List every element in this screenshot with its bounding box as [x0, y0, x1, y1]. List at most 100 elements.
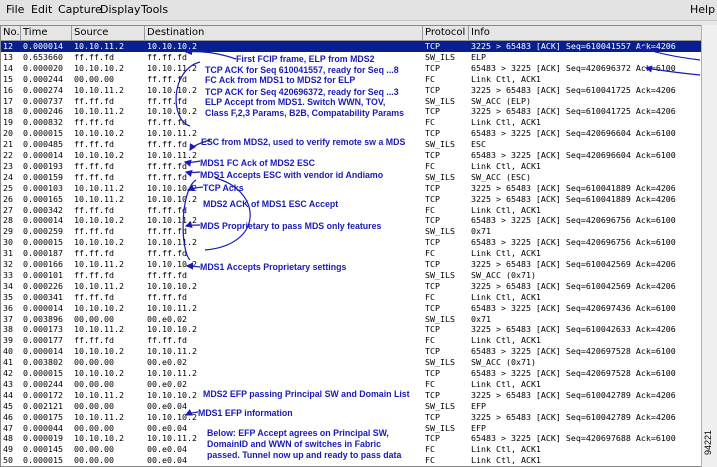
annotation-mds1-efp: MDS1 EFP information: [198, 408, 293, 418]
cell-time: 0.000044: [23, 422, 63, 433]
packet-row[interactable]: 27 0.000342 ff.ff.fd ff.ff.fd FC Link Ctl, AC…: [1, 205, 701, 216]
packet-row[interactable]: 26 0.000165 10.10.11.2 10.10.10.2 TCP 3225 > …: [1, 194, 701, 205]
column-header-destination[interactable]: Destination: [145, 26, 423, 40]
packet-row[interactable]: 12 0.000014 10.10.11.2 10.10.10.2 TCP 3225 > …: [1, 41, 701, 53]
menu-capture[interactable]: Capture: [58, 3, 102, 16]
cell-protocol: FC: [425, 160, 435, 171]
packet-row[interactable]: 19 0.000832 ff.ff.fd ff.ff.fd FC Link Ctl, AC…: [1, 117, 701, 128]
packet-row[interactable]: 35 0.000341 ff.ff.fd ff.ff.fd FC Link Ctl, AC…: [1, 292, 701, 303]
menu-tools[interactable]: Tools: [141, 3, 168, 16]
cell-time: 0.000020: [23, 62, 63, 73]
cell-protocol: TCP: [425, 368, 440, 378]
cell-source: 10.10.10.2: [74, 302, 124, 313]
cell-time: 0.000015: [23, 237, 63, 248]
cell-protocol: TCP: [425, 182, 440, 193]
cell-no: 37: [3, 313, 13, 324]
cell-time: 0.000014: [23, 41, 63, 51]
cell-info: Link Ctl, ACK1: [471, 73, 541, 84]
cell-time: 0.000259: [23, 226, 63, 237]
cell-info: Link Ctl, ACK1: [471, 335, 541, 346]
vertical-scrollbar[interactable]: [701, 25, 717, 467]
cell-protocol: TCP: [425, 62, 440, 73]
cell-protocol: TCP: [425, 84, 440, 95]
menu-display[interactable]: Display: [100, 3, 141, 16]
cell-info: SW_ACC (0x71): [471, 357, 536, 368]
packet-row[interactable]: 33 0.000101 ff.ff.fd ff.ff.fd SW_ILS SW_ACC (…: [1, 270, 701, 281]
cell-info: ELP: [471, 51, 486, 62]
cell-protocol: TCP: [425, 106, 440, 117]
cell-no: 22: [3, 150, 13, 160]
cell-info: ESC: [471, 139, 486, 150]
packet-row[interactable]: 22 0.000014 10.10.10.2 10.10.11.2 TCP 65483 >…: [1, 150, 701, 161]
cell-info: 65483 > 3225 [ACK] Seq=420696604 Ack=610…: [471, 150, 676, 160]
cell-source: 00.00.00: [74, 444, 114, 455]
cell-source: 10.10.11.2: [74, 106, 124, 117]
cell-time: 0.003802: [23, 357, 63, 368]
packet-row[interactable]: 25 0.000103 10.10.11.2 10.10.10.2 TCP 3225 > …: [1, 183, 701, 194]
cell-no: 36: [3, 302, 13, 313]
cell-protocol: TCP: [425, 389, 440, 400]
cell-info: 3225 > 65483 [ACK] Seq=610041725 Ack=420…: [471, 106, 676, 117]
cell-time: 0.000193: [23, 160, 63, 171]
cell-time: 0.000187: [23, 248, 63, 259]
cell-time: 0.000015: [23, 455, 63, 466]
cell-source: 10.10.10.2: [74, 215, 124, 226]
cell-info: SW_ACC (0x71): [471, 269, 536, 280]
cell-no: 41: [3, 357, 13, 368]
menu-help[interactable]: Help: [690, 3, 715, 16]
cell-source: 10.10.11.2: [74, 280, 124, 291]
cell-destination: ff.ff.fd: [147, 117, 187, 128]
packet-row[interactable]: 42 0.000015 10.10.10.2 10.10.11.2 TCP 65483 >…: [1, 368, 701, 379]
column-header-info[interactable]: Info: [469, 26, 701, 40]
cell-destination: 00.e0.02: [147, 313, 187, 324]
packet-row[interactable]: 37 0.003896 00.00.00 00.e0.02 SW_ILS 0x71: [1, 314, 701, 325]
menu-file[interactable]: File: [6, 3, 24, 16]
packet-row[interactable]: 46 0.000175 10.10.11.2 10.10.10.2 TCP 3225 > …: [1, 412, 701, 423]
packet-row[interactable]: 38 0.000173 10.10.11.2 10.10.10.2 TCP 3225 > …: [1, 324, 701, 335]
packet-row[interactable]: 40 0.000014 10.10.10.2 10.10.11.2 TCP 65483 >…: [1, 346, 701, 357]
cell-source: ff.ff.fd: [74, 51, 114, 62]
cell-info: Link Ctl, ACK1: [471, 455, 541, 466]
cell-time: 0.000172: [23, 389, 63, 400]
annotation-mds2-efp: MDS2 EFP passing Principal SW and Domain…: [203, 389, 410, 399]
column-header-time[interactable]: Time: [21, 26, 72, 40]
cell-no: 14: [3, 62, 13, 73]
annotation-tcp-ack-1: TCP ACK for Seq 610041557, ready for Seq…: [205, 65, 399, 75]
cell-source: ff.ff.fd: [74, 139, 114, 150]
cell-no: 15: [3, 73, 13, 84]
cell-time: 0.000019: [23, 433, 63, 444]
cell-source: 10.10.11.2: [74, 84, 124, 95]
cell-source: 10.10.11.2: [74, 182, 124, 193]
cell-destination: 10.10.10.2: [147, 41, 197, 51]
cell-no: 44: [3, 389, 13, 400]
cell-protocol: TCP: [425, 150, 440, 160]
packet-row[interactable]: 41 0.003802 00.00.00 00.e0.02 SW_ILS SW_ACC (…: [1, 357, 701, 368]
cell-destination: 10.10.11.2: [147, 346, 197, 357]
column-header-protocol[interactable]: Protocol: [423, 26, 469, 40]
cell-no: 34: [3, 280, 13, 291]
cell-protocol: FC: [425, 444, 435, 455]
cell-time: 0.000166: [23, 259, 63, 269]
packet-row[interactable]: 36 0.000014 10.10.10.2 10.10.11.2 TCP 65483 >…: [1, 303, 701, 314]
cell-no: 31: [3, 248, 13, 259]
column-header-no[interactable]: No.: [1, 26, 21, 40]
cell-source: 10.10.10.2: [74, 237, 124, 248]
cell-source: 10.10.10.2: [74, 346, 124, 357]
annotation-esc-accept: MDS1 Accepts ESC with vendor id Andiamo: [200, 170, 384, 180]
packet-row[interactable]: 30 0.000015 10.10.10.2 10.10.11.2 TCP 65483 >…: [1, 237, 701, 248]
cell-no: 26: [3, 193, 13, 204]
packet-row[interactable]: 34 0.000226 10.10.11.2 10.10.10.2 TCP 3225 > …: [1, 281, 701, 292]
packet-row[interactable]: 45 0.002121 00.00.00 00.e0.04 SW_ILS EFP: [1, 401, 701, 412]
cell-time: 0.000014: [23, 302, 63, 313]
cell-info: 0x71: [471, 226, 491, 237]
menu-edit[interactable]: Edit: [31, 3, 52, 16]
packet-row[interactable]: 32 0.000166 10.10.11.2 10.10.10.2 TCP 3225 > …: [1, 259, 701, 270]
cell-destination: 10.10.10.2: [147, 280, 197, 291]
column-header-source[interactable]: Source: [72, 26, 145, 40]
cell-no: 17: [3, 95, 13, 106]
packet-row[interactable]: 39 0.000177 ff.ff.fd ff.ff.fd FC Link Ctl, AC…: [1, 335, 701, 346]
cell-source: 00.00.00: [74, 400, 114, 411]
packet-row[interactable]: 31 0.000187 ff.ff.fd ff.ff.fd FC Link Ctl, AC…: [1, 248, 701, 259]
cell-time: 0.000014: [23, 346, 63, 357]
cell-source: ff.ff.fd: [74, 226, 114, 237]
